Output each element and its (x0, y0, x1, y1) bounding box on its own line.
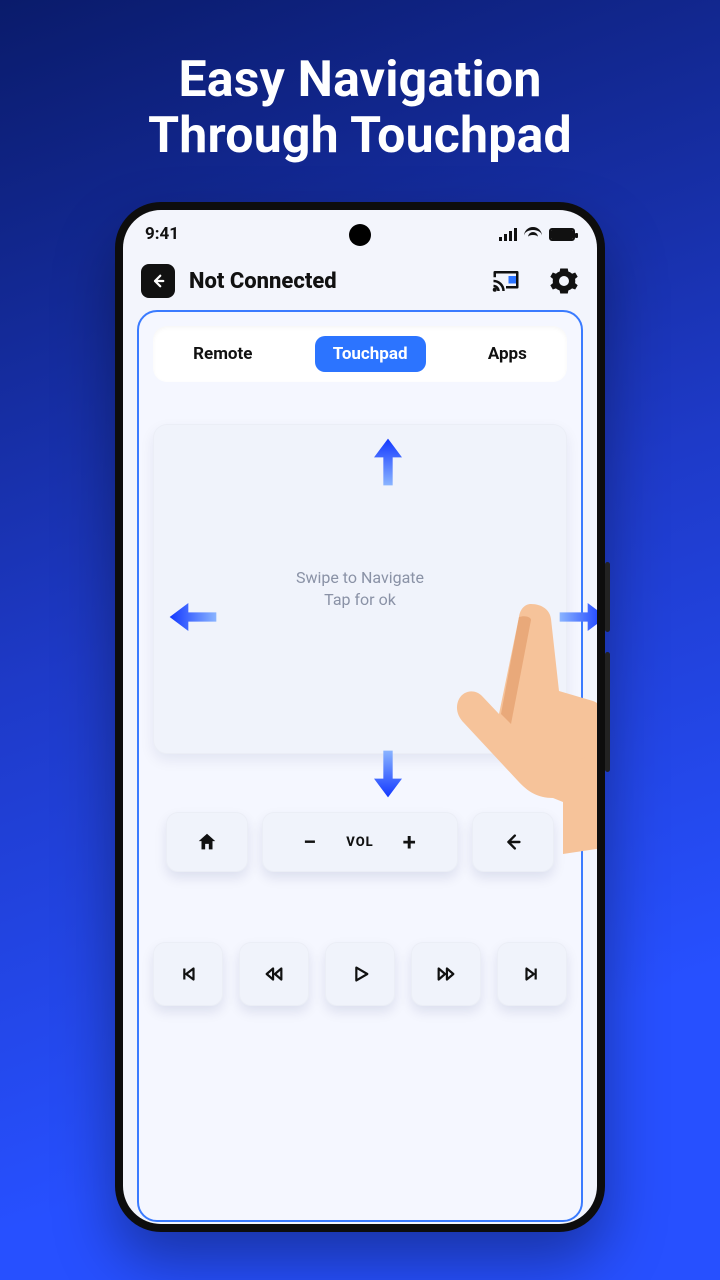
front-camera (349, 224, 371, 246)
skip-prev-button[interactable] (153, 942, 223, 1006)
cast-icon (491, 266, 521, 296)
cell-signal-icon (499, 227, 517, 241)
promo-line2: Through Touchpad (148, 107, 572, 165)
skip-next-icon (521, 963, 543, 985)
rewind-button[interactable] (239, 942, 309, 1006)
touchpad-hint-line1: Swipe to Navigate (296, 568, 424, 587)
vol-down-button[interactable]: − (300, 828, 320, 856)
phone-frame: 9:41 Not Connected Remote Touchpad (115, 202, 605, 1232)
rewind-icon (263, 963, 285, 985)
home-icon (196, 831, 218, 853)
play-button[interactable] (325, 942, 395, 1006)
tab-touchpad[interactable]: Touchpad (315, 336, 426, 372)
nav-back-button[interactable] (472, 812, 554, 872)
promo-line1: Easy Navigation (178, 51, 541, 109)
connection-status-title: Not Connected (189, 269, 463, 294)
arrow-left-icon (149, 272, 167, 290)
arrow-left-icon (502, 831, 524, 853)
vol-label: VOL (346, 835, 373, 850)
forward-button[interactable] (411, 942, 481, 1006)
main-card: Remote Touchpad Apps Swipe to Navigate T… (137, 310, 583, 1222)
gear-icon (549, 266, 579, 296)
control-row: − VOL + (153, 812, 567, 872)
tab-remote[interactable]: Remote (175, 336, 270, 372)
back-button[interactable] (141, 264, 175, 298)
phone-screen: 9:41 Not Connected Remote Touchpad (123, 210, 597, 1224)
media-row (153, 942, 567, 1006)
volume-control[interactable]: − VOL + (262, 812, 458, 872)
app-header: Not Connected (123, 258, 597, 310)
touchpad-area[interactable]: Swipe to Navigate Tap for ok (153, 424, 567, 754)
play-icon (349, 963, 371, 985)
vol-up-button[interactable]: + (400, 828, 420, 856)
touchpad-hint-line2: Tap for ok (324, 590, 396, 609)
promo-heading: Easy Navigation Through Touchpad (148, 52, 572, 164)
home-button[interactable] (166, 812, 248, 872)
tab-bar: Remote Touchpad Apps (153, 326, 567, 382)
cast-button[interactable] (491, 266, 521, 296)
battery-icon (549, 228, 575, 241)
touchpad-hint: Swipe to Navigate Tap for ok (296, 567, 424, 610)
skip-prev-icon (177, 963, 199, 985)
status-icons (499, 227, 575, 241)
settings-button[interactable] (549, 266, 579, 296)
status-time: 9:41 (145, 224, 179, 244)
tab-apps[interactable]: Apps (470, 336, 545, 372)
forward-icon (435, 963, 457, 985)
wifi-icon (524, 227, 542, 241)
skip-next-button[interactable] (497, 942, 567, 1006)
